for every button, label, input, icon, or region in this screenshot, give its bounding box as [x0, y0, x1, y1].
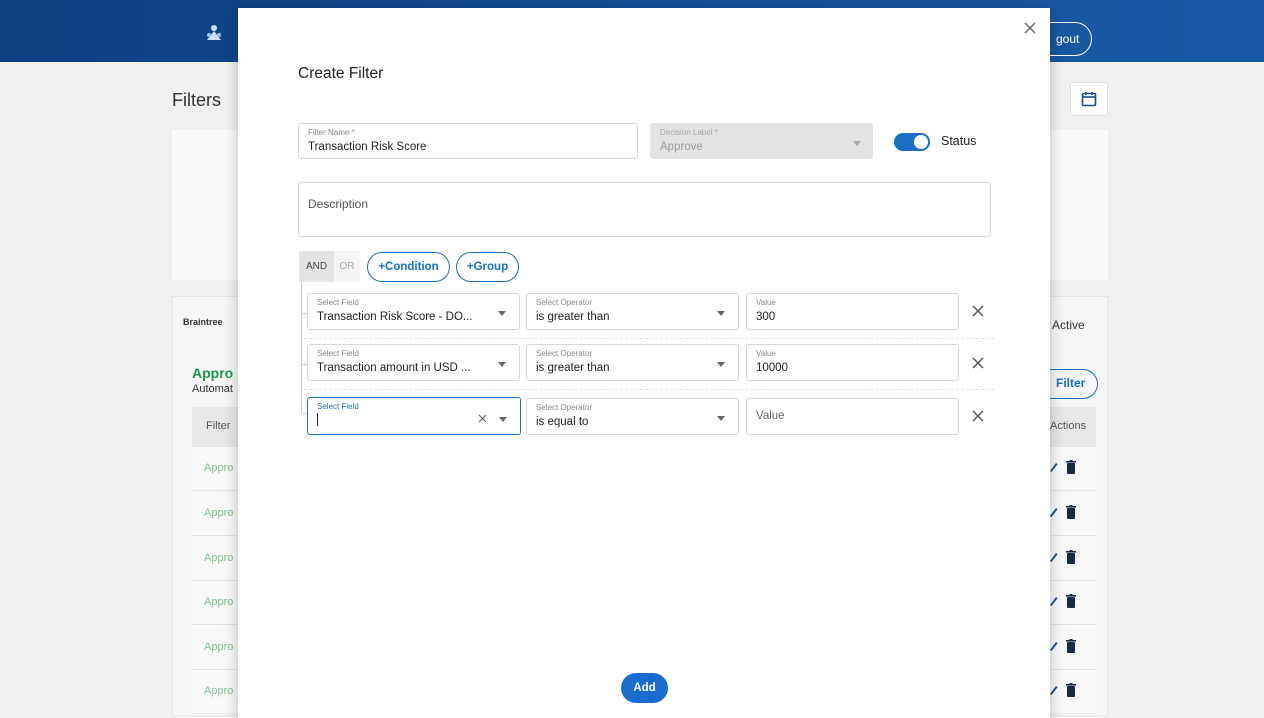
value-input-value: 10000 — [756, 362, 788, 374]
value-input-label: Value — [756, 349, 776, 358]
operator-select-label: Select Operator — [536, 298, 593, 307]
operator-select-value: is equal to — [536, 416, 589, 428]
braintree-label: Braintree — [183, 317, 223, 327]
field-select-value: Transaction Risk Score - DO... — [317, 311, 473, 323]
table-row-label[interactable]: Appro — [204, 641, 233, 653]
trash-icon[interactable] — [1066, 460, 1076, 474]
trash-icon[interactable] — [1066, 639, 1076, 653]
active-label: Active — [1052, 318, 1085, 332]
remove-condition-icon[interactable] — [971, 409, 985, 423]
create-filter-modal: Create Filter Filter Name * Transaction … — [238, 8, 1050, 718]
condition-operator-select[interactable]: Select Operator is equal to — [526, 398, 739, 435]
value-input-value: 300 — [756, 311, 776, 323]
description-placeholder: Description — [308, 197, 369, 211]
trash-icon[interactable] — [1066, 505, 1076, 519]
condition-field-select[interactable]: Select Field — [307, 397, 521, 435]
section-title: Appro — [192, 365, 234, 381]
status-toggle[interactable] — [894, 133, 930, 151]
condition-value-input[interactable]: Value — [746, 398, 959, 435]
logic-toggle: AND OR — [299, 251, 360, 282]
condition-value-input[interactable]: Value 300 — [746, 293, 959, 330]
row-actions — [1048, 594, 1076, 608]
value-input-placeholder: Value — [756, 410, 785, 422]
add-button[interactable]: Add — [621, 673, 668, 703]
clear-icon[interactable] — [478, 414, 487, 423]
and-option[interactable]: AND — [299, 251, 334, 282]
chevron-down-icon — [717, 362, 725, 367]
date-picker-button[interactable] — [1070, 82, 1108, 116]
modal-title: Create Filter — [298, 65, 384, 82]
condition-operator-select[interactable]: Select Operator is greater than — [526, 293, 739, 330]
table-row-label[interactable]: Appro — [204, 462, 233, 474]
trash-icon[interactable] — [1066, 594, 1076, 608]
toggle-knob — [914, 135, 928, 149]
logout-button[interactable]: gout — [1046, 22, 1092, 56]
table-header-filter: Filter — [206, 420, 231, 432]
filter-name-label: Filter Name * — [308, 128, 355, 137]
trash-icon[interactable] — [1066, 683, 1076, 697]
field-select-label: Select Field — [317, 298, 359, 307]
row-actions — [1048, 460, 1076, 474]
value-input-label: Value — [756, 298, 776, 307]
field-select-label: Select Field — [317, 402, 359, 411]
chevron-down-icon — [498, 362, 506, 367]
table-row-label[interactable]: Appro — [204, 596, 233, 608]
table-row-label[interactable]: Appro — [204, 507, 233, 519]
calendar-icon — [1081, 92, 1097, 107]
row-actions — [1048, 639, 1076, 653]
table-row-label[interactable]: Appro — [204, 685, 233, 697]
or-option[interactable]: OR — [334, 251, 360, 282]
condition-operator-select[interactable]: Select Operator is greater than — [526, 344, 739, 381]
add-group-button[interactable]: +Group — [456, 252, 519, 282]
section-subtitle: Automat — [192, 383, 233, 395]
operator-select-value: is greater than — [536, 311, 610, 323]
row-actions — [1048, 505, 1076, 519]
page-title: Filters — [172, 90, 221, 110]
row-divider — [304, 389, 994, 390]
condition-tree-line — [301, 283, 302, 413]
chevron-down-icon — [499, 417, 507, 422]
filter-name-field[interactable]: Filter Name * Transaction Risk Score — [298, 123, 638, 159]
decision-label-select: Decision Label * Approve — [650, 123, 873, 159]
operator-select-value: is greater than — [536, 362, 610, 374]
app-logo-icon — [207, 25, 221, 40]
field-select-label: Select Field — [317, 349, 359, 358]
condition-field-select[interactable]: Select Field Transaction amount in USD .… — [307, 344, 520, 381]
row-actions — [1048, 683, 1076, 697]
add-condition-button[interactable]: +Condition — [367, 252, 450, 282]
operator-select-label: Select Operator — [536, 403, 593, 412]
table-header-actions: Actions — [1050, 420, 1087, 432]
chevron-down-icon — [853, 141, 861, 146]
description-field[interactable]: Description — [298, 182, 991, 237]
decision-label-value: Approve — [660, 141, 703, 153]
remove-condition-icon[interactable] — [971, 356, 985, 370]
close-icon[interactable] — [1022, 20, 1038, 36]
row-divider — [304, 338, 994, 339]
filter-name-value: Transaction Risk Score — [308, 141, 427, 153]
chevron-down-icon — [498, 311, 506, 316]
trash-icon[interactable] — [1066, 550, 1076, 564]
operator-select-label: Select Operator — [536, 349, 593, 358]
chevron-down-icon — [717, 416, 725, 421]
status-label: Status — [941, 134, 977, 148]
chevron-down-icon — [717, 311, 725, 316]
add-filter-button[interactable]: Filter — [1050, 369, 1098, 399]
text-cursor — [317, 413, 318, 426]
table-row-label[interactable]: Appro — [204, 552, 233, 564]
condition-value-input[interactable]: Value 10000 — [746, 344, 959, 381]
condition-field-select[interactable]: Select Field Transaction Risk Score - DO… — [307, 293, 520, 330]
field-select-value: Transaction amount in USD ... — [317, 362, 471, 374]
decision-label-label: Decision Label * — [660, 128, 718, 137]
remove-condition-icon[interactable] — [971, 304, 985, 318]
row-actions — [1048, 550, 1076, 564]
